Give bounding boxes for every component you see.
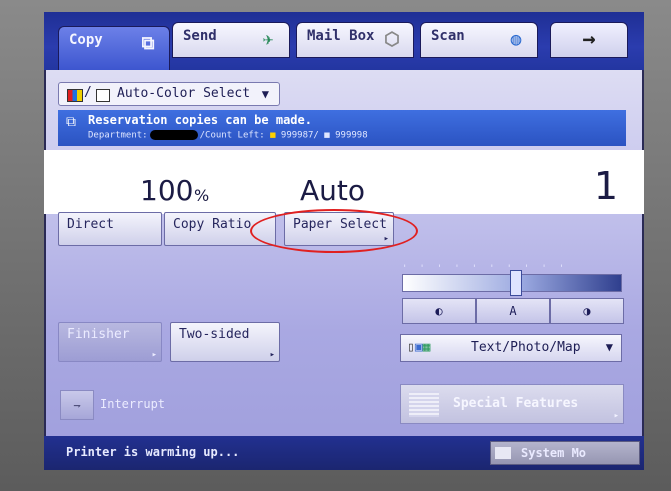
black-white-icon: [96, 89, 110, 102]
tab-copy-label: Copy: [69, 32, 103, 48]
scan-globe-icon: ◍: [510, 29, 522, 50]
copy-count-value: 1: [593, 164, 618, 208]
count-separator: /: [313, 130, 319, 141]
interrupt-label: Interrupt: [100, 397, 166, 411]
special-features-button[interactable]: Special Features ▸: [400, 384, 624, 424]
direct-button-label: Direct: [67, 217, 114, 232]
copy-settings-readout: 100 % Auto 1: [44, 150, 644, 214]
color-select-value: Auto-Color Select: [117, 86, 251, 101]
function-tab-bar: Copy ⧉ Send ✈ Mail Box ⬡ Scan ◍ →: [44, 12, 644, 70]
bw-count: 999998: [335, 130, 368, 141]
bw-counter-icon: ■: [324, 130, 330, 141]
count-left-label: /Count Left:: [199, 130, 265, 141]
reservation-message: Reservation copies can be made.: [88, 113, 312, 127]
copy-ratio-unit: %: [194, 186, 210, 205]
interrupt-button[interactable]: ⇁ Interrupt: [60, 390, 170, 420]
density-darker-button[interactable]: ◑: [550, 298, 624, 324]
direct-button[interactable]: Direct: [58, 212, 162, 246]
density-thumb[interactable]: [510, 270, 522, 296]
density-auto-button[interactable]: A: [476, 298, 550, 324]
color-counter-icon: ■: [270, 130, 276, 141]
status-message: Printer is warming up...: [66, 445, 240, 459]
copy-ratio-button-label: Copy Ratio: [173, 217, 252, 232]
reservation-message-bar: ⧉ Reservation copies can be made. Depart…: [58, 110, 626, 146]
color-count: 999987: [280, 130, 314, 141]
chevron-down-icon: ▼: [605, 340, 613, 354]
mailbox-icon: ⬡: [384, 29, 400, 50]
copy-icon: ⧉: [141, 33, 155, 54]
tab-scan-label: Scan: [431, 28, 465, 44]
finisher-button[interactable]: Finisher ▸: [58, 322, 162, 362]
chevron-down-icon: ▼: [261, 87, 269, 101]
density-auto-label: A: [509, 304, 517, 318]
special-features-label: Special Features: [453, 396, 579, 411]
special-features-pattern-icon: [409, 391, 439, 417]
tab-send[interactable]: Send ✈: [172, 22, 290, 58]
image-mode-value: Text/Photo/Map: [471, 340, 581, 355]
two-sided-button-label: Two-sided: [179, 327, 250, 342]
tab-mail-box[interactable]: Mail Box ⬡: [296, 22, 414, 58]
system-monitor-label: System Mo: [521, 446, 587, 460]
corner-arrow-icon: ▸: [613, 411, 619, 421]
interrupt-icon: ⇁: [60, 390, 94, 420]
arrow-right-icon: →: [582, 27, 596, 52]
density-lighter-button[interactable]: ◐: [402, 298, 476, 324]
half-circle-left-icon: ◐: [435, 304, 443, 318]
color-mode-icon: [67, 89, 83, 102]
redacted-department: [149, 130, 198, 140]
color-select-dropdown[interactable]: / Auto-Color Select ▼: [58, 82, 280, 106]
half-circle-right-icon: ◑: [583, 304, 591, 318]
tab-send-label: Send: [183, 28, 217, 44]
monitor-icon: [495, 447, 511, 459]
finisher-button-label: Finisher: [67, 327, 130, 342]
red-highlight-circle: [250, 209, 418, 253]
status-bar: Printer is warming up... System Mo: [44, 436, 644, 470]
image-mode-dropdown[interactable]: ▯▣▦ Text/Photo/Map ▼: [400, 334, 622, 362]
touch-screen: Copy ⧉ Send ✈ Mail Box ⬡ Scan ◍ → / Auto…: [44, 12, 644, 470]
department-label: Department:: [88, 130, 148, 141]
text-photo-map-icon: ▯▣▦: [407, 340, 431, 355]
tab-mail-box-label: Mail Box: [307, 28, 375, 44]
color-mode-separator: /: [84, 85, 92, 100]
system-monitor-button[interactable]: System Mo: [490, 441, 640, 465]
two-sided-button[interactable]: Two-sided ▸: [170, 322, 280, 362]
tab-copy[interactable]: Copy ⧉: [58, 26, 170, 70]
copy-ratio-value: 100: [140, 174, 194, 207]
corner-arrow-icon: ▸: [269, 350, 275, 360]
department-count-line: Department: /Count Left: ■ 999987/ ■ 9999…: [88, 130, 368, 141]
tab-scan[interactable]: Scan ◍: [420, 22, 538, 58]
corner-arrow-icon: ▸: [151, 350, 157, 360]
next-tabs-button[interactable]: →: [550, 22, 628, 58]
paper-plane-icon: ✈: [262, 29, 274, 50]
paper-size-value: Auto: [300, 174, 366, 207]
copy-stack-icon: ⧉: [66, 114, 76, 130]
